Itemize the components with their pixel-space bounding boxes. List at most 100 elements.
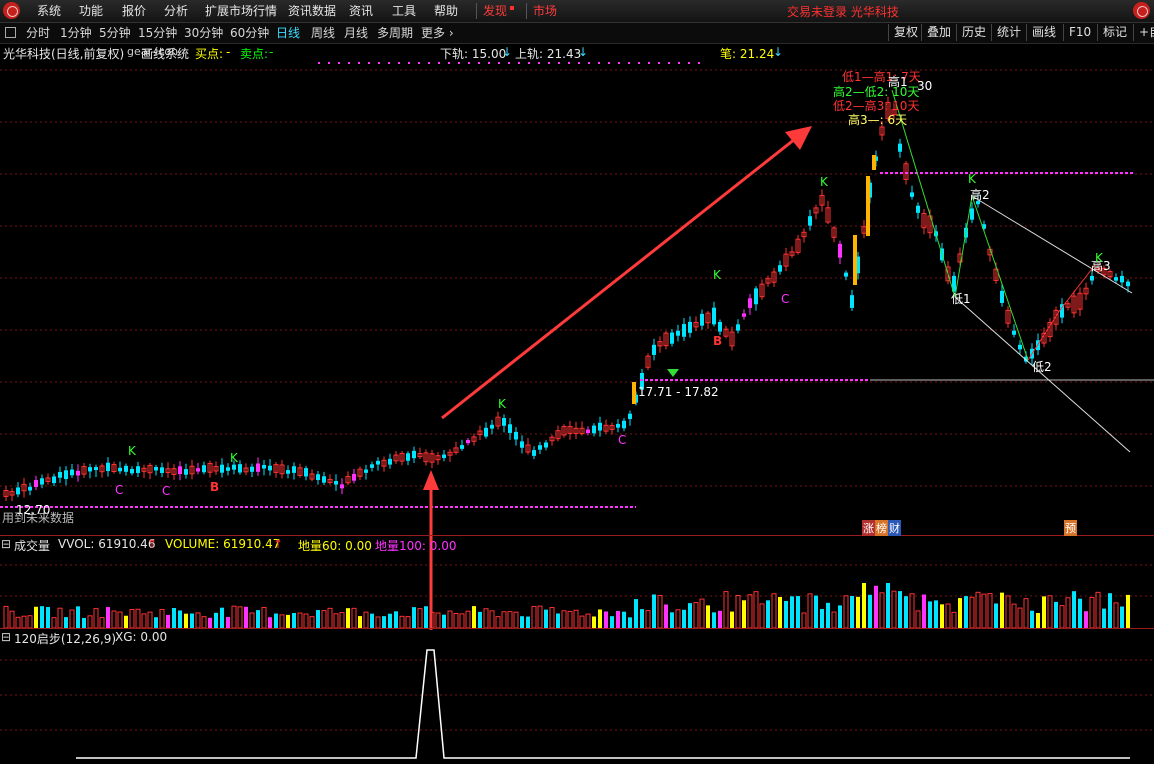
volume-bar <box>622 611 626 628</box>
volume-bar <box>442 614 446 628</box>
marker-dot <box>378 62 380 64</box>
tag-cai[interactable]: 财 <box>888 520 901 536</box>
volume-bar <box>814 595 818 628</box>
volume-bar <box>297 612 303 629</box>
volume-bar <box>124 615 128 628</box>
candle-body <box>118 467 122 472</box>
volume-bar <box>286 614 290 628</box>
volume-bar <box>856 596 860 628</box>
volume-bar <box>718 610 722 628</box>
mark-c: C <box>781 292 790 306</box>
volume-bar <box>664 604 668 628</box>
tag-zhang[interactable]: 涨 <box>862 520 875 536</box>
candle-body <box>154 466 158 471</box>
candle-body <box>1090 275 1094 281</box>
volume-bar <box>753 591 759 629</box>
volume-bar <box>969 596 975 629</box>
label-low1: 低1 <box>951 292 971 306</box>
marker-dot <box>368 62 370 64</box>
volume-bar <box>513 611 519 629</box>
volume-bar <box>742 600 746 628</box>
candle-body <box>592 425 596 434</box>
marker-dot <box>628 62 630 64</box>
volume-panel-toggle-icon[interactable]: ⊟ <box>1 537 11 551</box>
candle-body <box>64 470 68 480</box>
volume-bar <box>459 613 465 629</box>
candle-body <box>70 469 74 476</box>
volume-bar <box>585 613 591 629</box>
candle-body <box>850 295 854 308</box>
volume-bar <box>915 610 921 629</box>
candle-body <box>412 450 416 459</box>
volume-bar <box>862 583 866 628</box>
volume-bar <box>495 616 501 629</box>
marker-dot <box>448 62 450 64</box>
mark-k: K <box>968 172 976 186</box>
marker-dot <box>568 62 570 64</box>
candle-body <box>406 453 410 461</box>
vvol-value: VVOL: 61910.46 <box>58 537 156 551</box>
volume-bar <box>928 601 932 628</box>
volume-bar <box>388 613 392 628</box>
volume-value: VOLUME: 61910.47 <box>165 537 281 551</box>
marker-dot <box>618 62 620 64</box>
candle-body <box>28 486 32 491</box>
volume-bar <box>3 605 9 629</box>
overlay-layer <box>0 62 1154 759</box>
volume-bar <box>394 611 398 628</box>
volume-bar <box>244 606 248 628</box>
candle-body <box>262 464 266 469</box>
candle-body <box>616 423 620 428</box>
volume-bar <box>838 605 842 628</box>
candle-body <box>352 473 356 481</box>
candle-body <box>676 330 680 336</box>
volume-bar <box>261 606 267 629</box>
volume-bar <box>1047 595 1053 629</box>
volume-bar <box>645 610 651 629</box>
diliang60-value: 地量60: 0.00 <box>298 539 372 553</box>
tag-bang[interactable]: 榜 <box>875 520 888 536</box>
volume-bar <box>34 606 38 628</box>
volume-bar <box>531 605 537 629</box>
marker-dot <box>498 62 500 64</box>
volume-bar <box>1120 606 1124 628</box>
candle-body <box>1120 275 1124 283</box>
volume-bar <box>507 611 513 629</box>
candle-body <box>748 298 752 308</box>
candle-body <box>106 462 110 472</box>
candle-body <box>364 469 368 473</box>
kline-chart[interactable] <box>0 0 1154 764</box>
breakout-bar <box>872 155 876 170</box>
candle-body <box>538 445 542 450</box>
candle-body <box>916 205 920 213</box>
candle-body <box>838 243 842 258</box>
volume-bar <box>909 593 915 629</box>
volume-bar <box>886 583 890 628</box>
volume-bar <box>489 610 495 629</box>
volume-bar <box>351 607 357 629</box>
volume-bar <box>940 604 944 628</box>
mark-c: C <box>618 433 627 447</box>
volume-bar <box>1084 611 1088 628</box>
volume-bar <box>190 613 194 628</box>
volume-bar <box>93 608 99 629</box>
volume-bar <box>1030 610 1034 628</box>
annotation-high3: 高3—: 6天 <box>848 113 908 127</box>
candle-body <box>970 208 974 220</box>
volume-bar <box>249 612 255 629</box>
volume-bar <box>556 613 560 628</box>
volume-bar <box>1102 608 1106 628</box>
label-peak-value: 30 <box>917 79 933 93</box>
volume-bar <box>706 605 710 628</box>
volume-bar <box>1089 596 1095 629</box>
volume-bar <box>1017 607 1023 629</box>
volume-bar <box>15 616 21 629</box>
candle-body <box>268 465 272 471</box>
volume-bar <box>358 616 362 628</box>
tag-yu[interactable]: 预 <box>1064 520 1077 536</box>
volume-bar <box>670 612 674 628</box>
volume-bar <box>327 607 333 629</box>
candle-body <box>226 467 230 471</box>
volume-bar <box>435 612 441 629</box>
indicator-panel-toggle-icon[interactable]: ⊟ <box>1 630 11 644</box>
